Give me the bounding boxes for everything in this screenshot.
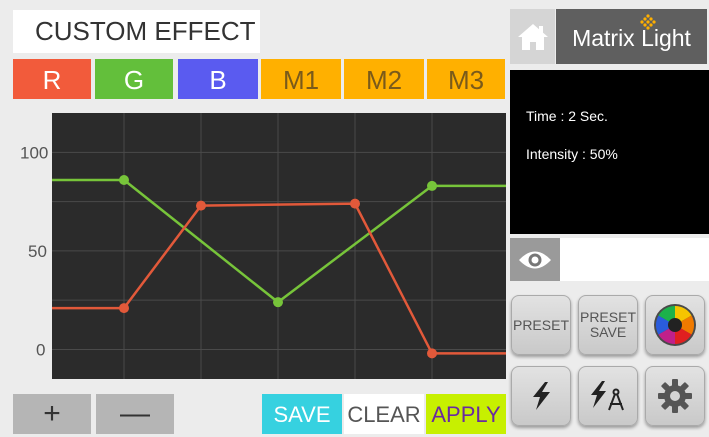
settings-button[interactable] — [645, 366, 705, 426]
color-wheel-icon — [654, 304, 696, 346]
eye-icon — [519, 251, 551, 268]
preset-save-label-line1: PRESET — [579, 309, 636, 325]
brand-name: Matrix Light — [572, 25, 691, 51]
chart-svg[interactable]: 100 50 0 — [0, 104, 508, 386]
tab-m1[interactable]: M1 — [261, 59, 341, 99]
control-point[interactable] — [119, 303, 129, 314]
save-button[interactable]: SAVE — [262, 394, 342, 434]
control-point[interactable] — [273, 297, 283, 308]
preset-save-label-line2: SAVE — [589, 324, 627, 340]
clear-button[interactable]: CLEAR — [344, 394, 424, 434]
y-tick-label: 100 — [20, 143, 48, 162]
lightning-compass-icon — [591, 381, 624, 411]
remove-point-button[interactable]: — — [96, 394, 174, 434]
tab-m2[interactable]: M2 — [344, 59, 424, 99]
tab-b[interactable]: B — [178, 59, 258, 99]
preset-label: PRESET — [512, 316, 569, 333]
gear-icon — [658, 379, 692, 413]
tab-g[interactable]: G — [95, 59, 173, 99]
tab-r[interactable]: R — [13, 59, 91, 99]
info-panel: Time : 2 Sec. Intensity : 50% — [510, 70, 709, 234]
logo-icon — [640, 14, 656, 30]
tab-m3[interactable]: M3 — [427, 59, 505, 99]
control-point[interactable] — [350, 198, 360, 209]
brand-header: Matrix Light — [556, 9, 707, 64]
lightning-compass-button[interactable] — [578, 366, 638, 426]
preview-strip — [560, 238, 709, 281]
preview-button[interactable] — [510, 238, 560, 281]
apply-button[interactable]: APPLY — [426, 394, 506, 434]
lightning-button[interactable] — [511, 366, 571, 426]
control-point[interactable] — [119, 174, 129, 185]
y-tick-label: 50 — [28, 242, 47, 261]
add-point-button[interactable]: + — [13, 394, 91, 434]
page-title: CUSTOM EFFECT — [13, 10, 260, 53]
lightning-icon — [533, 382, 550, 410]
control-point[interactable] — [427, 180, 437, 191]
preset-save-button[interactable]: PRESET SAVE — [578, 295, 638, 355]
y-tick-label: 0 — [36, 340, 45, 359]
control-point[interactable] — [427, 348, 437, 359]
home-icon — [517, 23, 548, 50]
home-button[interactable] — [510, 9, 555, 64]
preset-button[interactable]: PRESET — [511, 295, 571, 355]
time-readout: Time : 2 Sec. — [526, 108, 608, 124]
effect-chart[interactable]: 100 50 0 — [0, 104, 508, 386]
intensity-readout: Intensity : 50% — [526, 146, 618, 162]
color-wheel-button[interactable] — [645, 295, 705, 355]
control-point[interactable] — [196, 200, 206, 211]
